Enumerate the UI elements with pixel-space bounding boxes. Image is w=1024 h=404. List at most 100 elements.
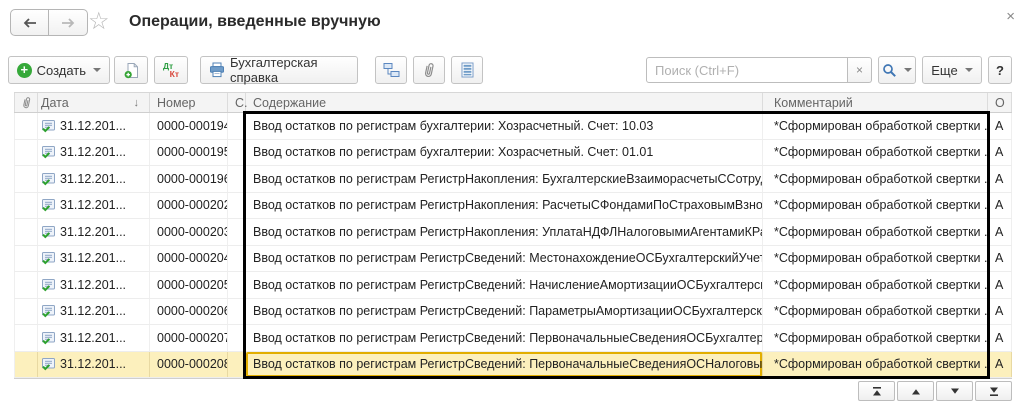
register-list-icon	[461, 62, 474, 78]
plus-icon: +	[17, 63, 32, 78]
dropdown-caret-icon	[904, 68, 912, 72]
cell-content: Ввод остатков по регистрам РегистрСведен…	[246, 352, 763, 378]
cell-content: Ввод остатков по регистрам РегистрСведен…	[246, 325, 763, 351]
cell-date: 31.12.201...	[38, 299, 150, 325]
accounting-note-button[interactable]: Бухгалтерская справка	[200, 56, 358, 84]
scroll-last-button[interactable]	[975, 381, 1012, 401]
cell-number: 0000-000207	[150, 325, 228, 351]
structure-button[interactable]	[375, 56, 407, 84]
cell-status	[228, 113, 246, 139]
document-posted-icon	[41, 357, 56, 371]
help-button[interactable]: ?	[988, 56, 1012, 84]
header-attachment[interactable]	[14, 93, 38, 112]
cell-number: 0000-000203	[150, 219, 228, 245]
table-row[interactable]: 31.12.201... 0000-000202 Ввод остатков п…	[14, 193, 1012, 220]
cell-attachment	[14, 325, 38, 351]
app-window: ☆ Операции, введенные вручную × + Создат…	[0, 0, 1024, 404]
cell-organization: А	[988, 272, 1012, 298]
cell-comment: *Сформирован обработкой свертки ...	[763, 140, 988, 166]
close-icon[interactable]: ×	[1006, 8, 1015, 25]
attachments-button[interactable]	[413, 56, 445, 84]
arrow-down-icon	[949, 386, 961, 397]
search-options-button[interactable]	[878, 56, 916, 84]
cell-number: 0000-000194	[150, 113, 228, 139]
favorite-star-icon[interactable]: ☆	[88, 9, 110, 35]
document-posted-icon	[41, 145, 56, 159]
cell-date: 31.12.201...	[38, 166, 150, 192]
cell-number: 0000-000195	[150, 140, 228, 166]
copy-button[interactable]	[114, 56, 148, 84]
copy-document-icon	[123, 62, 140, 79]
cell-status	[228, 325, 246, 351]
cell-organization: А	[988, 325, 1012, 351]
cell-comment: *Сформирован обработкой свертки ...	[763, 166, 988, 192]
go-first-icon	[871, 386, 883, 397]
table-row[interactable]: 31.12.201... 0000-000207 Ввод остатков п…	[14, 325, 1012, 352]
cell-organization: А	[988, 193, 1012, 219]
table-row[interactable]: 31.12.201... 0000-000205 Ввод остатков п…	[14, 272, 1012, 299]
search-input[interactable]	[646, 57, 848, 83]
document-posted-icon	[41, 331, 56, 345]
printer-icon	[209, 62, 225, 78]
cell-date: 31.12.201...	[38, 140, 150, 166]
cell-comment: *Сформирован обработкой свертки ...	[763, 219, 988, 245]
scroll-first-button[interactable]	[858, 381, 895, 401]
scroll-nav	[858, 381, 1012, 401]
dropdown-caret-icon	[93, 68, 101, 72]
header-organization[interactable]: О	[988, 93, 1012, 112]
table-row[interactable]: 31.12.201... 0000-000194 Ввод остатков п…	[14, 113, 1012, 140]
cell-status	[228, 193, 246, 219]
table-header-row: Дата ↓ Номер С. Содержание Комментарий О	[14, 92, 1012, 113]
back-button[interactable]	[10, 9, 49, 36]
more-button-label: Еще	[931, 63, 957, 78]
arrow-up-icon	[910, 386, 922, 397]
cell-attachment	[14, 246, 38, 272]
go-last-icon	[988, 386, 1000, 397]
dropdown-caret-icon	[965, 68, 973, 72]
header-number[interactable]: Номер	[150, 93, 228, 112]
table-row[interactable]: 31.12.201... 0000-000208 Ввод остатков п…	[14, 352, 1012, 379]
accounting-note-label: Бухгалтерская справка	[230, 55, 349, 85]
scroll-up-button[interactable]	[897, 381, 934, 401]
create-button[interactable]: + Создать	[8, 56, 110, 84]
cell-organization: А	[988, 299, 1012, 325]
page-title: Операции, введенные вручную	[129, 13, 381, 31]
show-postings-button[interactable]: Дт Кт	[154, 56, 188, 84]
register-button[interactable]	[451, 56, 483, 84]
scroll-down-button[interactable]	[936, 381, 973, 401]
cell-organization: А	[988, 166, 1012, 192]
table-row[interactable]: 31.12.201... 0000-000195 Ввод остатков п…	[14, 140, 1012, 167]
table-row[interactable]: 31.12.201... 0000-000204 Ввод остатков п…	[14, 246, 1012, 273]
create-button-label: Создать	[37, 63, 86, 78]
dtkt-icon: Дт Кт	[163, 61, 179, 79]
cell-status	[228, 299, 246, 325]
forward-button[interactable]	[49, 9, 88, 36]
sort-descending-icon: ↓	[134, 97, 140, 109]
header-status[interactable]: С.	[228, 93, 246, 112]
cell-number: 0000-000205	[150, 272, 228, 298]
cell-number: 0000-000196	[150, 166, 228, 192]
cell-organization: А	[988, 246, 1012, 272]
cell-comment: *Сформирован обработкой свертки ...	[763, 193, 988, 219]
search-clear-button[interactable]: ×	[848, 57, 872, 83]
table-row[interactable]: 31.12.201... 0000-000203 Ввод остатков п…	[14, 219, 1012, 246]
cell-organization: А	[988, 140, 1012, 166]
cell-date: 31.12.201...	[38, 325, 150, 351]
cell-content: Ввод остатков по регистрам бухгалтерии: …	[246, 113, 763, 139]
cell-date: 31.12.201...	[38, 113, 150, 139]
cell-content: Ввод остатков по регистрам РегистрСведен…	[246, 246, 763, 272]
cell-content: Ввод остатков по регистрам РегистрНакопл…	[246, 219, 763, 245]
cell-content: Ввод остатков по регистрам РегистрНакопл…	[246, 193, 763, 219]
header-comment[interactable]: Комментарий	[763, 93, 988, 112]
header-date[interactable]: Дата ↓	[38, 93, 150, 112]
table-row[interactable]: 31.12.201... 0000-000206 Ввод остатков п…	[14, 299, 1012, 326]
paperclip-icon	[19, 95, 33, 111]
cell-attachment	[14, 193, 38, 219]
more-button[interactable]: Еще	[922, 56, 982, 84]
cell-status	[228, 166, 246, 192]
cell-status	[228, 352, 246, 378]
cell-date: 31.12.201...	[38, 219, 150, 245]
table-row[interactable]: 31.12.201... 0000-000196 Ввод остатков п…	[14, 166, 1012, 193]
header-content[interactable]: Содержание	[246, 93, 763, 112]
cell-number: 0000-000204	[150, 246, 228, 272]
